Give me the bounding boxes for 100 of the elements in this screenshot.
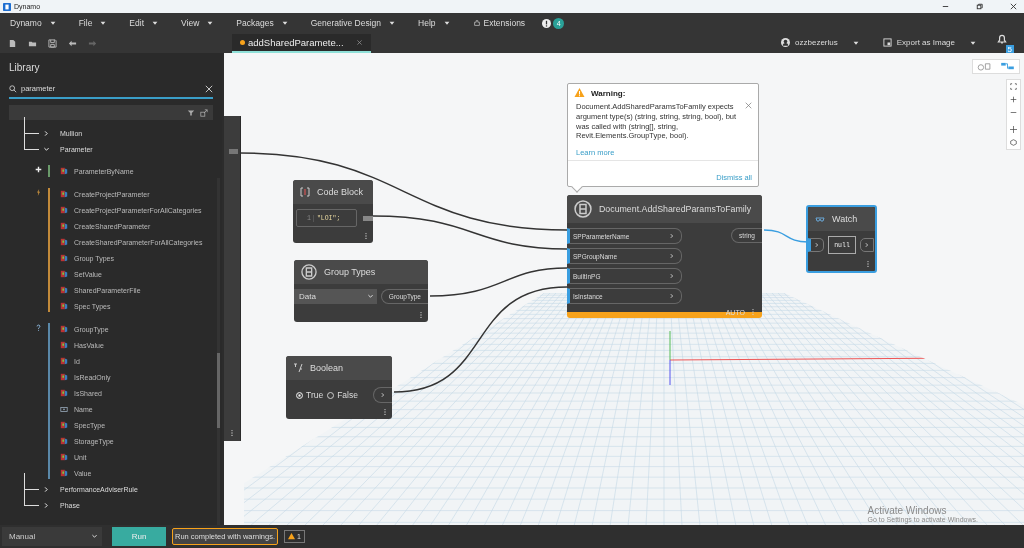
radio-option[interactable]: True	[296, 390, 324, 400]
node-title: Group Types	[324, 267, 376, 277]
menu-item[interactable]: Extensions	[464, 18, 534, 28]
more-icon[interactable]	[866, 260, 870, 268]
property-icon	[60, 405, 68, 413]
caret-icon	[852, 39, 859, 46]
close-icon[interactable]	[1009, 2, 1018, 11]
method-icon	[60, 357, 68, 365]
output-port[interactable]	[860, 238, 874, 252]
chevron-icon[interactable]	[43, 501, 50, 509]
info-icon[interactable]	[542, 18, 552, 28]
menu-item[interactable]: File	[70, 18, 115, 28]
open-icon[interactable]	[28, 39, 37, 48]
method-icon	[60, 190, 68, 198]
restore-icon[interactable]	[975, 2, 984, 11]
menu-item[interactable]: Help	[410, 18, 458, 28]
tree-line	[24, 116, 39, 134]
node-type-icon	[574, 200, 592, 218]
method-icon	[60, 421, 68, 429]
scrollbar-thumb[interactable]	[217, 353, 220, 428]
bell-icon[interactable]	[996, 33, 1008, 45]
chevron-icon	[91, 533, 98, 540]
lightning-icon	[34, 189, 42, 196]
menu-item[interactable]: View	[173, 18, 222, 28]
new-icon[interactable]	[8, 39, 17, 48]
method-icon	[60, 325, 68, 333]
glasses-icon	[815, 214, 825, 224]
chevron-icon	[367, 293, 374, 300]
chevron-icon	[669, 253, 675, 259]
method-icon	[60, 437, 68, 445]
plus-icon	[34, 166, 42, 173]
node-type-icon	[301, 264, 317, 280]
tree-line	[24, 488, 39, 506]
save-icon[interactable]	[48, 39, 57, 48]
boolean-node[interactable]: Boolean True False	[286, 356, 392, 419]
menu-item[interactable]: Edit	[121, 18, 166, 28]
node-title: Boolean	[310, 363, 344, 373]
activation-title: Activate Windows	[867, 505, 948, 516]
method-icon	[60, 206, 68, 214]
more-icon[interactable]	[419, 311, 423, 319]
menu-item[interactable]: Packages	[228, 18, 296, 28]
chevron-icon[interactable]	[43, 129, 50, 137]
output-port	[229, 149, 238, 154]
boolean-icon	[293, 363, 303, 373]
warning-icon	[574, 88, 585, 98]
user-icon	[781, 38, 791, 47]
method-icon	[60, 373, 68, 381]
node-title: Watch	[832, 214, 858, 224]
clear-icon[interactable]	[205, 84, 213, 93]
expand-icon[interactable]	[200, 108, 208, 117]
menu-item[interactable]: Dynamo	[2, 18, 64, 28]
input-port[interactable]	[808, 238, 824, 252]
method-icon	[60, 453, 68, 461]
undo-icon[interactable]	[68, 39, 77, 48]
method-icon	[60, 270, 68, 278]
fit-view-icon[interactable]	[1010, 83, 1017, 90]
warning-title: Warning:	[591, 88, 626, 98]
method-icon	[60, 469, 68, 477]
filter-icon[interactable]	[187, 108, 195, 117]
zoom-in-icon[interactable]	[1010, 96, 1017, 103]
radio-option[interactable]: False	[327, 390, 358, 400]
zoom-out-icon[interactable]	[1010, 109, 1017, 116]
more-icon[interactable]	[383, 408, 387, 416]
more-icon[interactable]	[751, 308, 755, 316]
file-tab[interactable]: addSharedParamete...	[232, 34, 371, 53]
search-icon	[9, 84, 17, 93]
export-image-button[interactable]: Export as Image	[876, 37, 982, 48]
method-icon	[60, 238, 68, 246]
brackets-icon	[300, 187, 310, 197]
chevron-icon	[814, 242, 820, 248]
chevron-icon[interactable]	[43, 485, 50, 493]
more-icon[interactable]	[230, 429, 234, 437]
method-icon	[60, 302, 68, 310]
dropdown-field[interactable]: Data	[294, 289, 377, 304]
chevron-icon	[669, 233, 675, 239]
chevron-icon[interactable]	[43, 145, 50, 153]
method-icon	[60, 254, 68, 262]
method-icon	[60, 286, 68, 294]
user-menu[interactable]: ozzbezerlus	[775, 37, 865, 48]
run-mode-dropdown[interactable]: Manual	[2, 527, 102, 546]
method-icon	[60, 222, 68, 230]
more-icon[interactable]	[364, 232, 368, 240]
library-title: Library	[9, 62, 41, 73]
question-icon	[34, 324, 42, 331]
node-title: Document.AddSharedParamsToFamily	[599, 204, 752, 214]
method-icon	[60, 389, 68, 397]
chevron-icon	[380, 392, 386, 398]
warning-icon	[288, 533, 296, 540]
app-logo-icon	[3, 2, 11, 11]
wire	[763, 229, 809, 243]
orbit-icon[interactable]	[1010, 139, 1017, 146]
method-icon	[60, 341, 68, 349]
graph-icon	[1000, 62, 1015, 71]
chevron-icon	[669, 293, 675, 299]
menu-item[interactable]: Generative Design	[302, 18, 404, 28]
method-icon	[60, 167, 68, 175]
pan-icon[interactable]	[1010, 126, 1017, 133]
node-title: Code Block	[317, 187, 364, 197]
caret-icon	[970, 39, 976, 46]
output-port[interactable]	[363, 215, 373, 221]
